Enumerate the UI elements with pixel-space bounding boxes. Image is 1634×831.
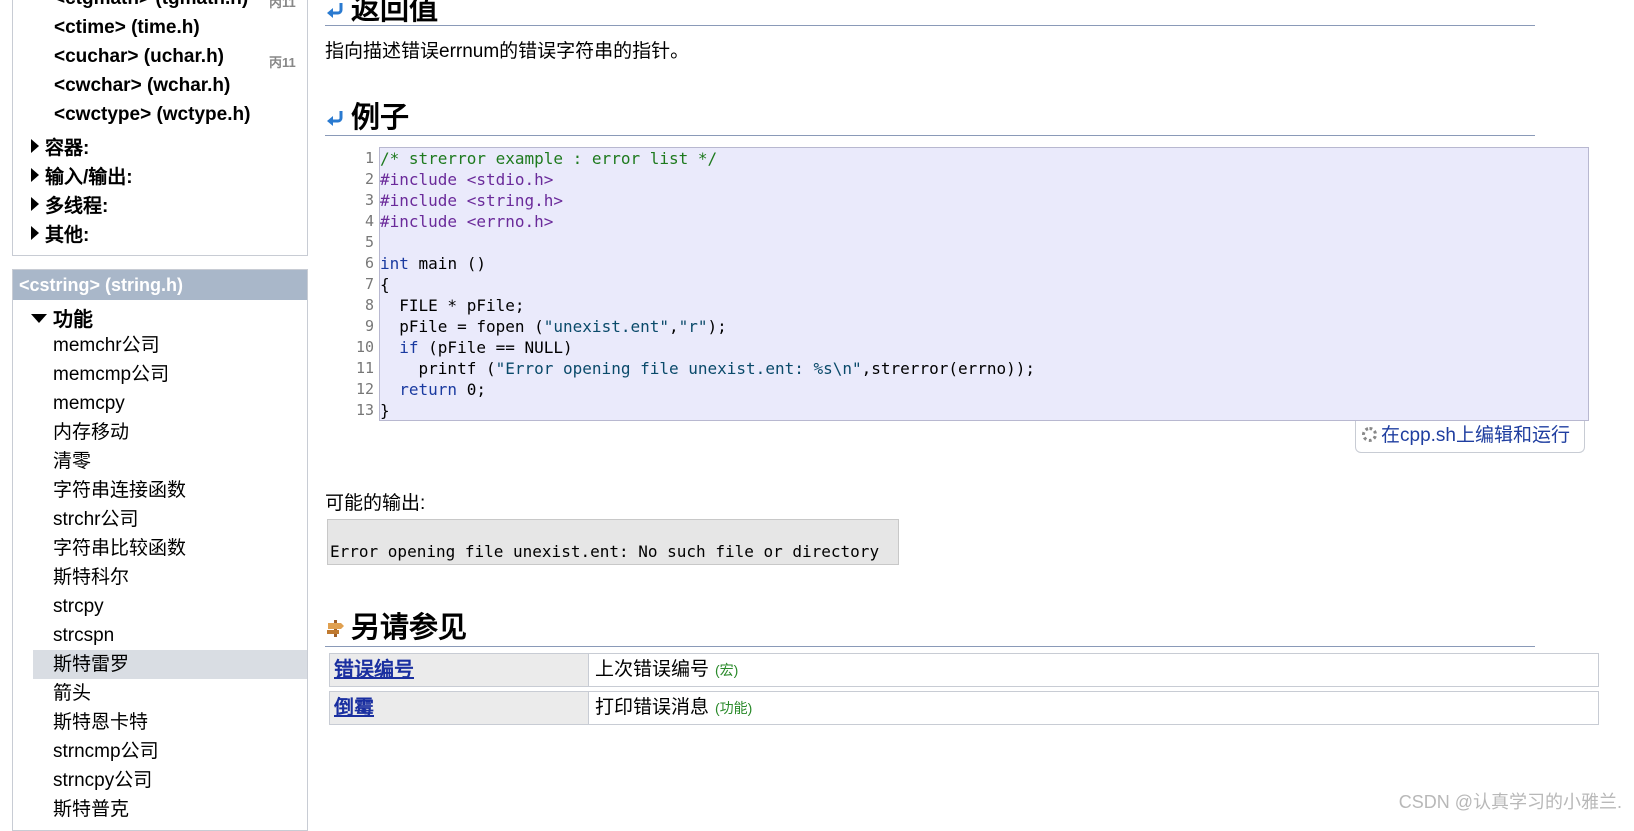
heading-rule (325, 135, 1535, 136)
sidebar-library-list: <ctgmath> (tgmath.h) 丙11 <ctime> (time.h… (12, 0, 308, 256)
sidebar-function-item[interactable]: strncmp公司 (33, 737, 307, 766)
see-also-link-errno[interactable]: 错误编号 (334, 659, 414, 681)
sidebar-function-item[interactable]: 清零 (33, 447, 307, 476)
section-heading-see-also: 另请参见 (325, 604, 467, 646)
sidebar-function-item[interactable]: strchr公司 (33, 505, 307, 534)
sidebar-function-item[interactable]: 字符串连接函数 (33, 476, 307, 505)
collapse-triangle-icon (31, 314, 47, 323)
code-example: 1 2 3 4 5 6 7 8 9 10 11 12 13 /* strerror example : … (356, 147, 1589, 421)
main-content: 返回值 指向描述错误errnum的错误字符串的指针。 例子 1234567891… (325, 0, 1625, 820)
sidebar-function-item[interactable]: strcspn (33, 621, 307, 650)
sidebar-link-ctime[interactable]: <ctime> (time.h) (54, 17, 200, 39)
code-lines: /* strerror example : error list */ #inc… (380, 148, 1035, 421)
sidebar-function-item[interactable]: 斯特科尔 (33, 563, 307, 592)
line-number: 12 (355, 380, 374, 398)
line-number: 8 (364, 296, 374, 314)
sidebar-link-tgmath[interactable]: <ctgmath> (tgmath.h) (54, 0, 248, 10)
line-number: 9 (364, 317, 374, 335)
line-number: 13 (355, 401, 374, 419)
sidebar-cstring-panel: <cstring> (string.h) 功能 memchr公司 memcmp公司… (12, 269, 308, 831)
sidebar-function-item[interactable]: 斯特雷罗 (33, 650, 307, 679)
line-number: 1 (364, 149, 374, 167)
see-also-kind: (宏) (715, 662, 739, 678)
see-also-name-cell: 错误编号 (329, 653, 589, 687)
sidebar-section-title[interactable]: <cstring> (string.h) (13, 270, 307, 300)
sidebar-link-cwctype[interactable]: <cwctype> (wctype.h) (54, 104, 250, 126)
code-line: return 0; (399, 380, 486, 399)
sidebar-function-item[interactable]: strcpy (33, 592, 307, 621)
see-also-name-cell: 倒霉 (329, 691, 589, 725)
code-line: FILE * pFile; (380, 296, 525, 315)
line-number: 7 (364, 275, 374, 293)
expand-triangle-icon (31, 226, 39, 240)
version-badge: 丙11 (269, 0, 296, 10)
line-numbers: 1 2 3 4 5 6 7 8 9 10 11 12 13 (350, 148, 374, 421)
see-also-link-perror[interactable]: 倒霉 (334, 697, 374, 719)
line-number: 11 (355, 359, 374, 377)
code-line: if (pFile == NULL) (399, 338, 573, 357)
code-line: } (380, 401, 390, 420)
sidebar-category-other[interactable]: 其他: (31, 220, 89, 247)
see-also-row: 倒霉 打印错误消息 (功能) (329, 691, 1599, 725)
expand-triangle-icon (31, 168, 39, 182)
sidebar-function-item[interactable]: 内存移动 (33, 418, 307, 447)
sidebar-function-item[interactable]: 斯特恩卡特 (33, 708, 307, 737)
gear-icon (1362, 427, 1377, 442)
return-arrow-icon (327, 3, 343, 18)
see-also-desc-cell: 打印错误消息 (功能) (589, 691, 1599, 725)
code-line: #include <errno.h> (380, 212, 554, 231)
section-heading-return-value: 返回值 (325, 0, 438, 28)
line-number: 10 (355, 338, 374, 356)
line-number: 5 (364, 233, 374, 251)
code-line: #include <string.h> (380, 191, 564, 210)
code-line: #include <stdio.h> (380, 170, 554, 189)
sidebar-function-item[interactable]: memchr公司 (33, 331, 307, 360)
code-line: { (380, 275, 390, 294)
sidebar-function-item[interactable]: 箭头 (33, 679, 307, 708)
sidebar-category-io[interactable]: 输入/输出: (31, 162, 133, 189)
sidebar-category-containers[interactable]: 容器: (31, 133, 89, 160)
sidebar-group-functions[interactable]: 功能 (31, 303, 93, 332)
see-also-desc-cell: 上次错误编号 (宏) (589, 653, 1599, 687)
heading-rule (325, 646, 1535, 647)
return-value-text: 指向描述错误errnum的错误字符串的指针。 (325, 41, 690, 62)
sidebar-category-multithreading[interactable]: 多线程: (31, 191, 108, 218)
signpost-icon (327, 620, 344, 637)
watermark: CSDN @认真学习的小雅兰. (1398, 792, 1622, 812)
output-label: 可能的输出: (325, 493, 426, 514)
sidebar: <ctgmath> (tgmath.h) 丙11 <ctime> (time.h… (12, 0, 308, 831)
see-also-kind: (功能) (715, 700, 753, 716)
version-badge: 丙11 (269, 55, 296, 70)
section-heading-example: 例子 (325, 94, 409, 136)
edit-run-cpp-sh-button[interactable]: 在cpp.sh上编辑和运行 (1355, 421, 1585, 453)
expand-triangle-icon (31, 139, 39, 153)
line-number: 2 (364, 170, 374, 188)
code-line: printf ("Error opening file unexist.ent:… (380, 359, 1036, 378)
code-line: int main () (380, 254, 486, 273)
line-number: 4 (364, 212, 374, 230)
line-number: 6 (364, 254, 374, 272)
sidebar-function-item[interactable]: memcmp公司 (33, 360, 307, 389)
line-number: 3 (364, 191, 374, 209)
code-line: /* strerror example : error list */ (380, 149, 718, 168)
sidebar-link-cwchar[interactable]: <cwchar> (wchar.h) (54, 75, 230, 97)
sidebar-function-item[interactable]: strncpy公司 (33, 766, 307, 795)
sidebar-function-item[interactable]: memcpy (33, 389, 307, 418)
return-arrow-icon (327, 111, 343, 126)
see-also-row: 错误编号 上次错误编号 (宏) (329, 653, 1599, 687)
sidebar-function-item[interactable]: 字符串比较函数 (33, 534, 307, 563)
code-line: pFile = fopen ("unexist.ent","r"); (380, 317, 727, 336)
output-box: Error opening file unexist.ent: No such … (327, 519, 899, 565)
heading-rule (325, 25, 1535, 26)
expand-triangle-icon (31, 197, 39, 211)
sidebar-link-cuchar[interactable]: <cuchar> (uchar.h) (54, 46, 224, 68)
